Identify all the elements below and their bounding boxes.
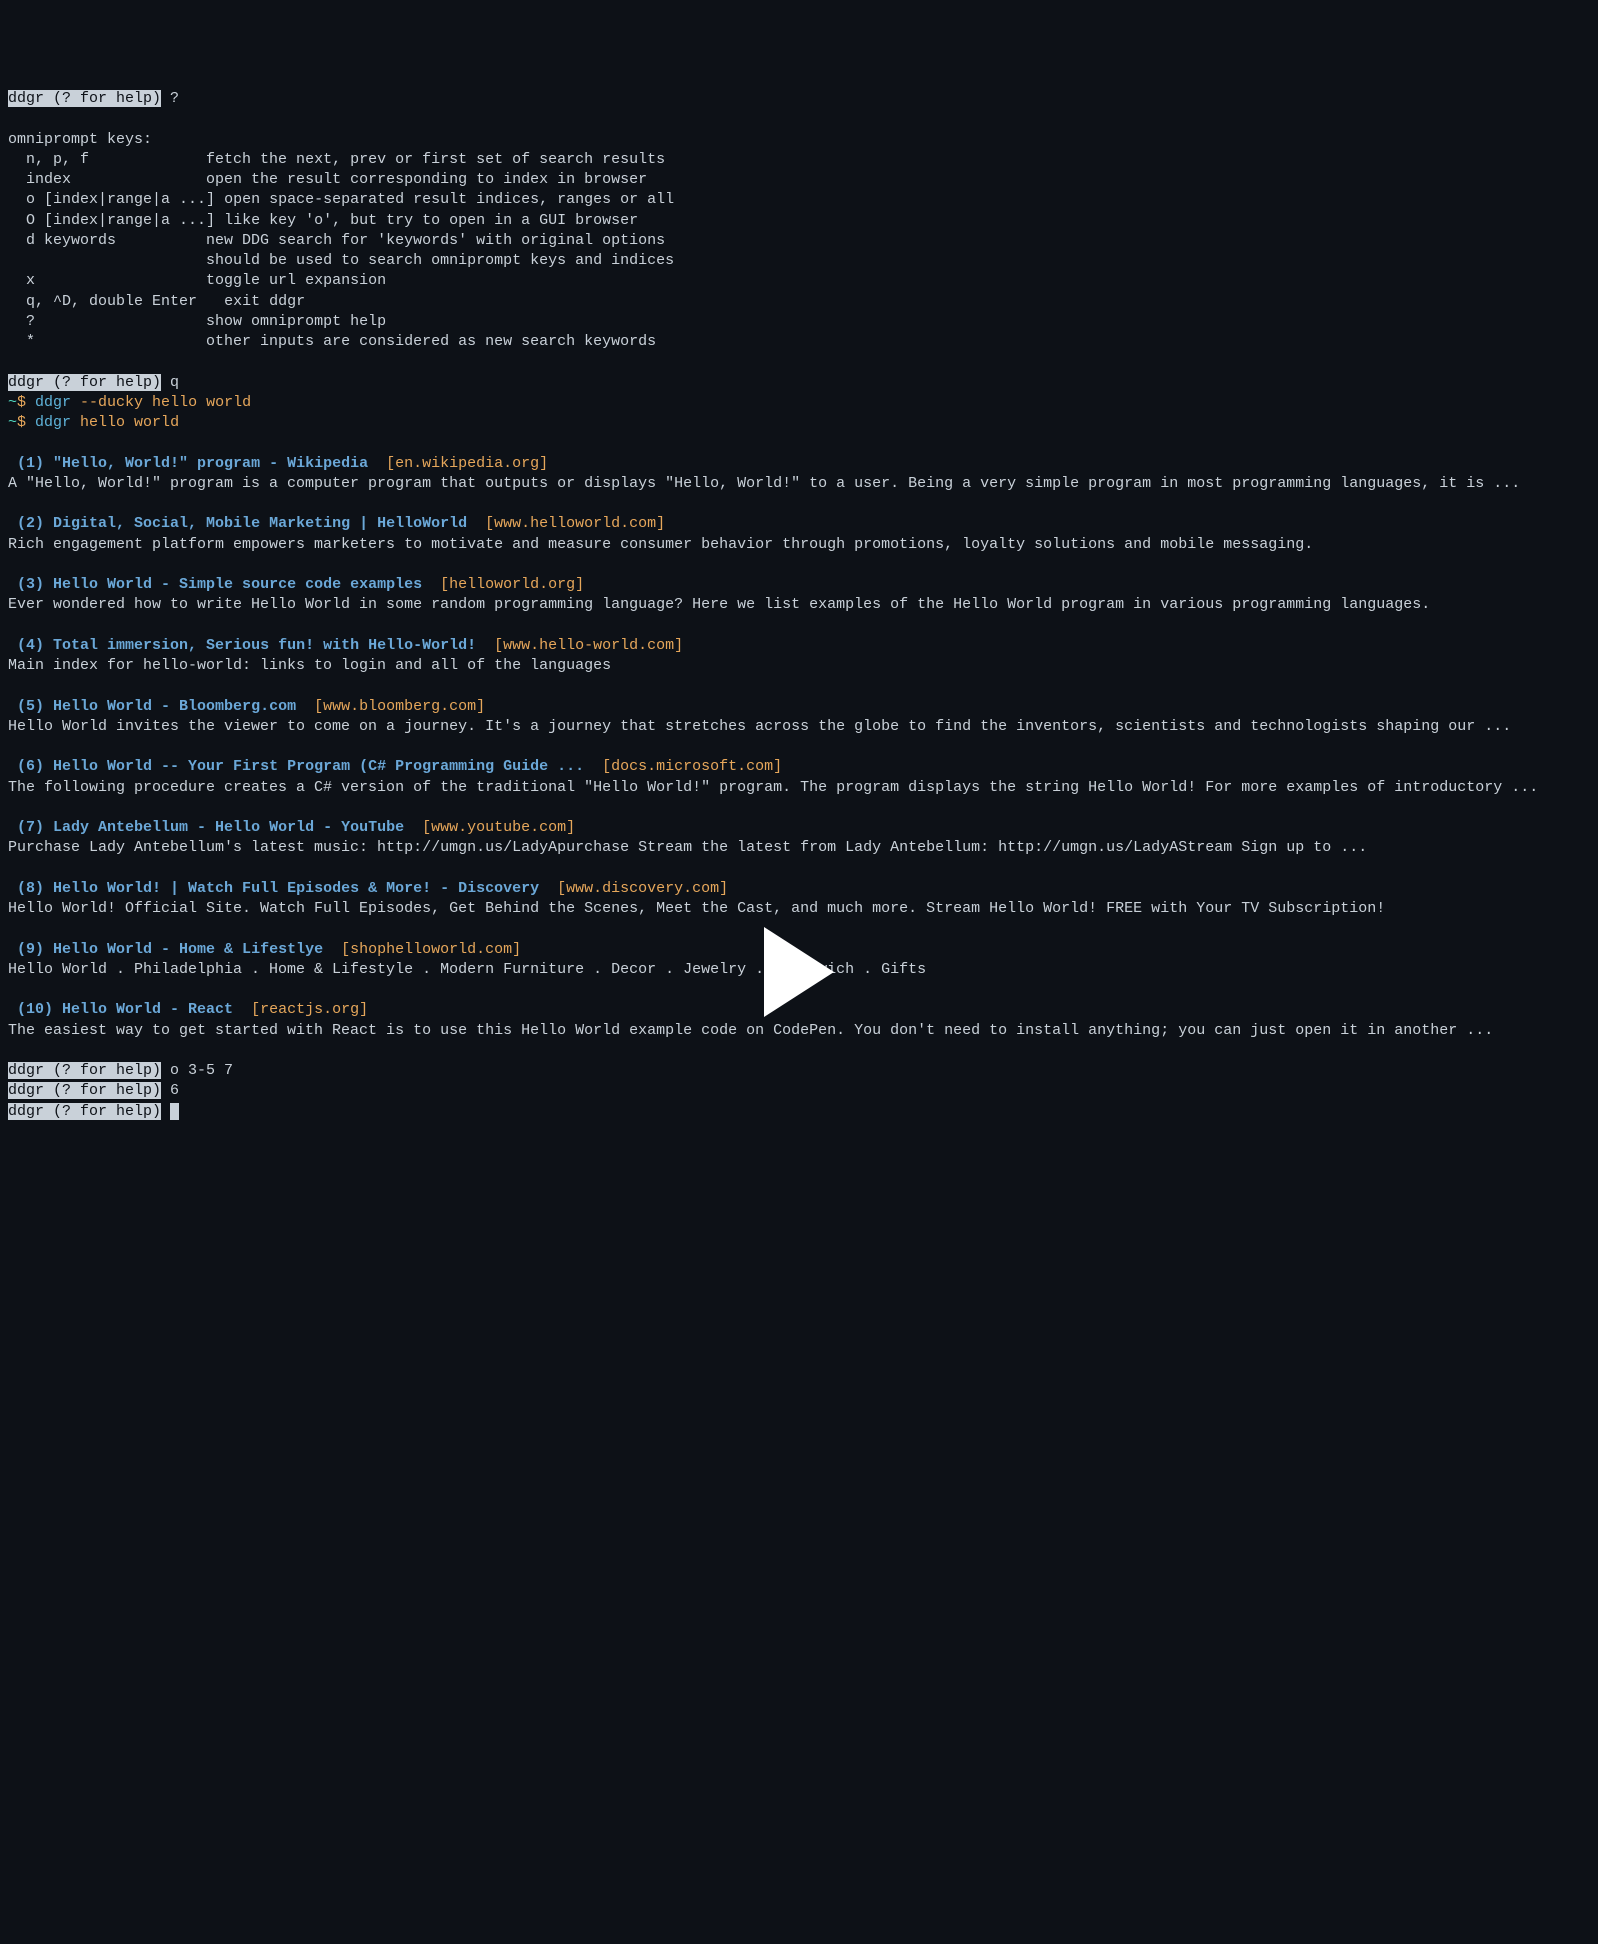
result-index: (6) <box>8 758 53 775</box>
ddgr-prompt-label: ddgr (? for help) <box>8 374 161 391</box>
ddgr-prompt-label: ddgr (? for help) <box>8 1062 161 1079</box>
ddgr-prompt-label: ddgr (? for help) <box>8 1103 161 1120</box>
help-header: omniprompt keys: <box>8 131 152 148</box>
help-row: O [index|range|a ...] like key 'o', but … <box>8 212 638 229</box>
result-title: "Hello, World!" program - Wikipedia <box>53 455 368 472</box>
result-description: Rich engagement platform empowers market… <box>8 536 1313 553</box>
shell-prompt-tilde: ~ <box>8 414 17 431</box>
result-description: Ever wondered how to write Hello World i… <box>8 596 1430 613</box>
result-title: Hello World - React <box>62 1001 233 1018</box>
result-url: [docs.microsoft.com] <box>602 758 782 775</box>
prompt-input-open: o 3-5 7 <box>161 1062 233 1079</box>
result-index: (5) <box>8 698 53 715</box>
result-index: (1) <box>8 455 53 472</box>
shell-prompt-dollar: $ <box>17 394 35 411</box>
command-args: --ducky hello world <box>71 394 251 411</box>
result-url: [en.wikipedia.org] <box>386 455 548 472</box>
result-index: (2) <box>8 515 53 532</box>
result-description: Hello World! Official Site. Watch Full E… <box>8 900 1385 917</box>
result-description: The easiest way to get started with Reac… <box>8 1022 1493 1039</box>
result-title: Hello World! | Watch Full Episodes & Mor… <box>53 880 539 897</box>
terminal-cursor <box>170 1103 179 1120</box>
result-index: (4) <box>8 637 53 654</box>
prompt-input-current[interactable] <box>161 1103 170 1120</box>
shell-prompt-dollar: $ <box>17 414 35 431</box>
command-name: ddgr <box>35 394 71 411</box>
result-description: Hello World invites the viewer to come o… <box>8 718 1511 735</box>
result-url: [shophelloworld.com] <box>341 941 521 958</box>
help-row: index open the result corresponding to i… <box>8 171 647 188</box>
help-row: should be used to search omniprompt keys… <box>8 252 674 269</box>
command-name: ddgr <box>35 414 71 431</box>
result-title: Hello World - Simple source code example… <box>53 576 422 593</box>
result-index: (7) <box>8 819 53 836</box>
shell-prompt-tilde: ~ <box>8 394 17 411</box>
help-row: ? show omniprompt help <box>8 313 386 330</box>
result-url: [www.helloworld.com] <box>485 515 665 532</box>
result-url: [www.hello-world.com] <box>494 637 683 654</box>
result-index: (10) <box>8 1001 62 1018</box>
help-row: n, p, f fetch the next, prev or first se… <box>8 151 665 168</box>
result-description: Purchase Lady Antebellum's latest music:… <box>8 839 1367 856</box>
result-title: Hello World - Bloomberg.com <box>53 698 296 715</box>
result-title: Hello World - Home & Lifestlye <box>53 941 323 958</box>
command-args: hello world <box>71 414 179 431</box>
ddgr-prompt-label: ddgr (? for help) <box>8 90 161 107</box>
result-url: [reactjs.org] <box>251 1001 368 1018</box>
help-row: q, ^D, double Enter exit ddgr <box>8 293 305 310</box>
result-description: The following procedure creates a C# ver… <box>8 779 1538 796</box>
result-description: Main index for hello-world: links to log… <box>8 657 611 674</box>
result-url: [helloworld.org] <box>440 576 584 593</box>
result-url: [www.bloomberg.com] <box>314 698 485 715</box>
result-title: Lady Antebellum - Hello World - YouTube <box>53 819 404 836</box>
result-title: Digital, Social, Mobile Marketing | Hell… <box>53 515 467 532</box>
help-row: x toggle url expansion <box>8 272 386 289</box>
help-row: * other inputs are considered as new sea… <box>8 333 656 350</box>
result-index: (3) <box>8 576 53 593</box>
result-url: [www.discovery.com] <box>557 880 728 897</box>
help-row: o [index|range|a ...] open space-separat… <box>8 191 674 208</box>
help-row: d keywords new DDG search for 'keywords'… <box>8 232 665 249</box>
result-index: (8) <box>8 880 53 897</box>
play-icon[interactable] <box>764 927 834 1017</box>
ddgr-prompt-label: ddgr (? for help) <box>8 1082 161 1099</box>
result-url: [www.youtube.com] <box>422 819 575 836</box>
result-description: A "Hello, World!" program is a computer … <box>8 475 1520 492</box>
prompt-input-six: 6 <box>161 1082 179 1099</box>
result-title: Hello World -- Your First Program (C# Pr… <box>53 758 584 775</box>
prompt-input-q: q <box>161 374 179 391</box>
prompt-input-question: ? <box>161 90 179 107</box>
result-title: Total immersion, Serious fun! with Hello… <box>53 637 476 654</box>
result-index: (9) <box>8 941 53 958</box>
